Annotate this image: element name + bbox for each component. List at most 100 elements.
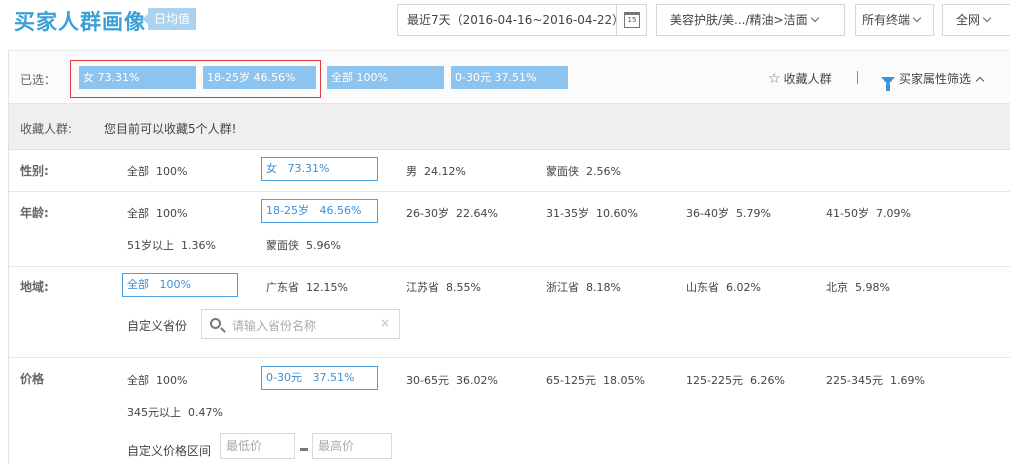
option-pct: 8.55% (446, 281, 481, 294)
option-name: 女 (266, 162, 277, 175)
option-name: 0-30元 (266, 371, 302, 384)
option-pct: 100% (156, 374, 188, 387)
option-name: 全部 (127, 165, 149, 178)
option-name: 蒙面侠 (266, 239, 299, 252)
option-name: 广东省 (266, 281, 299, 294)
price-option-125-225[interactable]: 125-225元 6.26% (686, 372, 785, 388)
option-pct: 1.36% (181, 239, 216, 252)
option-pct: 24.12% (424, 165, 466, 178)
option-name: 225-345元 (826, 374, 883, 387)
option-pct: 6.26% (749, 374, 785, 387)
age-option-36-40[interactable]: 36-40岁 5.79% (686, 205, 771, 221)
clear-icon[interactable]: × (380, 316, 390, 330)
daily-average-tag: 日均值 (142, 8, 196, 30)
date-range-picker[interactable]: 最近7天（2016-04-16~2016-04-22） 15 (397, 4, 647, 36)
region-option-all[interactable]: 全部 100% (122, 273, 238, 297)
favorites-message: 您目前可以收藏5个人群! (104, 122, 237, 136)
gender-option-unknown[interactable]: 蒙面侠 2.56% (546, 163, 621, 179)
calendar-button[interactable]: 15 (616, 5, 646, 35)
option-pct: 37.51% (312, 371, 355, 384)
region-option-guangdong[interactable]: 广东省 12.15% (266, 279, 348, 295)
favorite-crowd-label: 收藏人群 (783, 72, 832, 86)
age-option-41-50[interactable]: 41-50岁 7.09% (826, 205, 911, 221)
price-option-0-30[interactable]: 0-30元 37.51% (261, 366, 378, 390)
highlight-box (70, 60, 321, 98)
option-name: 北京 (826, 281, 848, 294)
row-divider (8, 357, 1010, 358)
min-price-input[interactable]: 最低价 (220, 433, 295, 459)
buyer-attribute-filter-label: 买家属性筛选 (899, 72, 972, 86)
option-pct: 36.02% (455, 374, 498, 387)
province-search-input[interactable]: 请输入省份名称 × (201, 309, 400, 339)
row-divider (8, 191, 1010, 192)
province-search-placeholder: 请输入省份名称 (232, 319, 317, 333)
option-name: 山东省 (686, 281, 719, 294)
region-option-beijing[interactable]: 北京 5.98% (826, 279, 890, 295)
option-pct: 46.56% (319, 204, 362, 217)
price-option-65-125[interactable]: 65-125元 18.05% (546, 372, 645, 388)
category-text: 美容护肤/美.../精油>洁面 (670, 13, 808, 27)
range-dash (300, 448, 308, 451)
option-pct: 73.31% (287, 162, 330, 175)
gender-option-male[interactable]: 男 24.12% (406, 163, 466, 179)
region-option-zhejiang[interactable]: 浙江省 8.18% (546, 279, 621, 295)
price-option-225-345[interactable]: 225-345元 1.69% (826, 372, 925, 388)
region-option-jiangsu[interactable]: 江苏省 8.55% (406, 279, 481, 295)
separator (857, 71, 858, 84)
gender-option-female[interactable]: 女 73.31% (261, 157, 378, 181)
age-option-26-30[interactable]: 26-30岁 22.64% (406, 205, 498, 221)
buyer-attribute-filter-button[interactable]: 买家属性筛选 (881, 70, 985, 91)
panel-border (8, 50, 9, 464)
option-pct: 5.79% (735, 207, 771, 220)
option-pct: 100% (159, 278, 191, 291)
option-pct: 5.96% (306, 239, 341, 252)
calendar-icon: 15 (624, 12, 640, 28)
age-option-18-25[interactable]: 18-25岁 46.56% (261, 199, 378, 223)
option-name: 65-125元 (546, 374, 596, 387)
age-label: 年龄: (20, 206, 49, 220)
option-pct: 18.05% (602, 374, 645, 387)
chevron-up-icon (975, 76, 985, 86)
option-name: 蒙面侠 (546, 165, 579, 178)
custom-province-label: 自定义省份 (127, 319, 188, 333)
favorites-label: 收藏人群: (20, 122, 73, 136)
terminal-text: 所有终端 (862, 13, 911, 27)
price-option-30-65[interactable]: 30-65元 36.02% (406, 372, 498, 388)
option-pct: 6.02% (726, 281, 761, 294)
option-pct: 0.47% (188, 406, 223, 419)
gender-option-all[interactable]: 全部 100% (127, 163, 187, 179)
price-option-345-plus[interactable]: 345元以上 0.47% (127, 404, 223, 420)
option-name: 江苏省 (406, 281, 439, 294)
age-option-unknown[interactable]: 蒙面侠 5.96% (266, 237, 341, 253)
option-name: 30-65元 (406, 374, 449, 387)
option-pct: 12.15% (306, 281, 348, 294)
price-option-all[interactable]: 全部 100% (127, 372, 187, 388)
selected-chip-price[interactable]: 0-30元 37.51% (451, 66, 568, 89)
age-option-all[interactable]: 全部 100% (127, 205, 187, 221)
max-price-input[interactable]: 最高价 (312, 433, 392, 459)
option-name: 全部 (127, 207, 149, 220)
region-label: 地域: (20, 280, 49, 294)
date-range-text: 最近7天（2016-04-16~2016-04-22） (407, 13, 625, 27)
category-dropdown[interactable]: 美容护肤/美.../精油>洁面 (656, 4, 845, 36)
network-dropdown[interactable]: 全网 (942, 4, 1010, 36)
region-option-shandong[interactable]: 山东省 6.02% (686, 279, 761, 295)
funnel-icon (881, 77, 895, 91)
price-label: 价格 (20, 372, 45, 386)
chevron-down-icon (982, 13, 992, 23)
favorite-crowd-button[interactable]: ☆ 收藏人群 (768, 70, 832, 87)
age-option-31-35[interactable]: 31-35岁 10.60% (546, 205, 638, 221)
option-name: 125-225元 (686, 374, 743, 387)
selected-label: 已选： (20, 73, 57, 87)
selected-chip-region[interactable]: 全部 100% (327, 66, 444, 89)
option-pct: 5.98% (855, 281, 890, 294)
option-pct: 100% (156, 165, 188, 178)
terminal-dropdown[interactable]: 所有终端 (855, 4, 934, 36)
gender-label: 性别: (20, 164, 49, 178)
star-icon: ☆ (768, 71, 781, 87)
page-title: 买家人群画像 (14, 10, 146, 34)
option-pct: 100% (156, 207, 188, 220)
option-pct: 7.09% (875, 207, 911, 220)
age-option-51-plus[interactable]: 51岁以上 1.36% (127, 237, 216, 253)
option-pct: 10.60% (595, 207, 638, 220)
